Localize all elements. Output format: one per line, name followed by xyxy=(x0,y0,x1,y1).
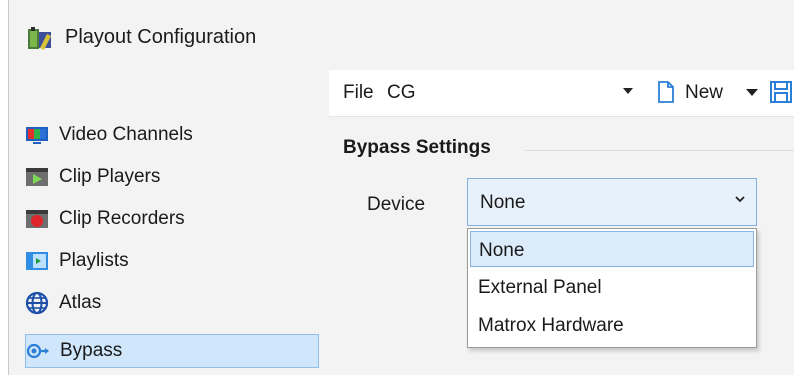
sidebar-item-label: Clip Players xyxy=(59,166,161,187)
sidebar-item-label: Clip Recorders xyxy=(59,208,185,229)
device-select[interactable]: None xyxy=(467,178,757,226)
sidebar-item-atlas[interactable]: Atlas xyxy=(25,286,319,320)
sidebar-item-label: Playlists xyxy=(59,250,129,271)
option-label: Matrox Hardware xyxy=(478,315,624,336)
file-dropdown-arrow-icon[interactable] xyxy=(623,88,633,94)
globe-icon xyxy=(25,291,49,315)
clip-players-icon xyxy=(26,168,48,186)
video-channels-icon xyxy=(26,127,48,144)
sidebar-item-label: Atlas xyxy=(59,292,102,313)
sidebar-item-label: Video Channels xyxy=(59,124,193,145)
device-option-matrox-hardware[interactable]: Matrox Hardware xyxy=(470,307,754,343)
device-option-none[interactable]: None xyxy=(470,231,754,267)
sidebar: Video Channels Clip Players Clip Recorde… xyxy=(9,70,329,375)
file-label: File xyxy=(343,82,374,103)
section-divider xyxy=(525,150,794,151)
option-label: External Panel xyxy=(478,277,602,298)
save-icon[interactable] xyxy=(769,80,793,104)
sidebar-item-playlists[interactable]: Playlists xyxy=(25,244,319,278)
file-toolbar: File CG New xyxy=(329,70,794,117)
sidebar-item-label: Bypass xyxy=(60,340,123,361)
sidebar-item-clip-players[interactable]: Clip Players xyxy=(25,160,319,194)
device-dropdown-list: None External Panel Matrox Hardware xyxy=(467,228,757,348)
bypass-icon xyxy=(26,343,49,359)
sidebar-item-video-channels[interactable]: Video Channels xyxy=(25,118,319,152)
playout-configuration-window: Playout Configuration Video Channels Cli… xyxy=(8,0,794,375)
clip-recorders-icon xyxy=(26,210,48,228)
device-select-value: None xyxy=(480,192,526,213)
new-document-icon[interactable] xyxy=(657,80,675,104)
sidebar-item-bypass[interactable]: Bypass xyxy=(25,334,319,368)
playlists-icon xyxy=(26,252,48,270)
device-label: Device xyxy=(367,194,426,215)
option-label: None xyxy=(479,240,525,261)
app-icon xyxy=(28,27,51,50)
file-select[interactable]: CG xyxy=(387,82,416,104)
main-panel: File CG New Bypass Settings Device None xyxy=(329,70,794,375)
title-bar: Playout Configuration xyxy=(9,0,794,71)
new-dropdown-arrow-icon[interactable] xyxy=(746,89,758,96)
sidebar-item-clip-recorders[interactable]: Clip Recorders xyxy=(25,202,319,236)
chevron-down-icon xyxy=(735,196,745,203)
device-option-external-panel[interactable]: External Panel xyxy=(470,269,754,305)
window-title: Playout Configuration xyxy=(65,26,257,48)
new-button[interactable]: New xyxy=(685,82,723,104)
section-title: Bypass Settings xyxy=(343,137,491,158)
